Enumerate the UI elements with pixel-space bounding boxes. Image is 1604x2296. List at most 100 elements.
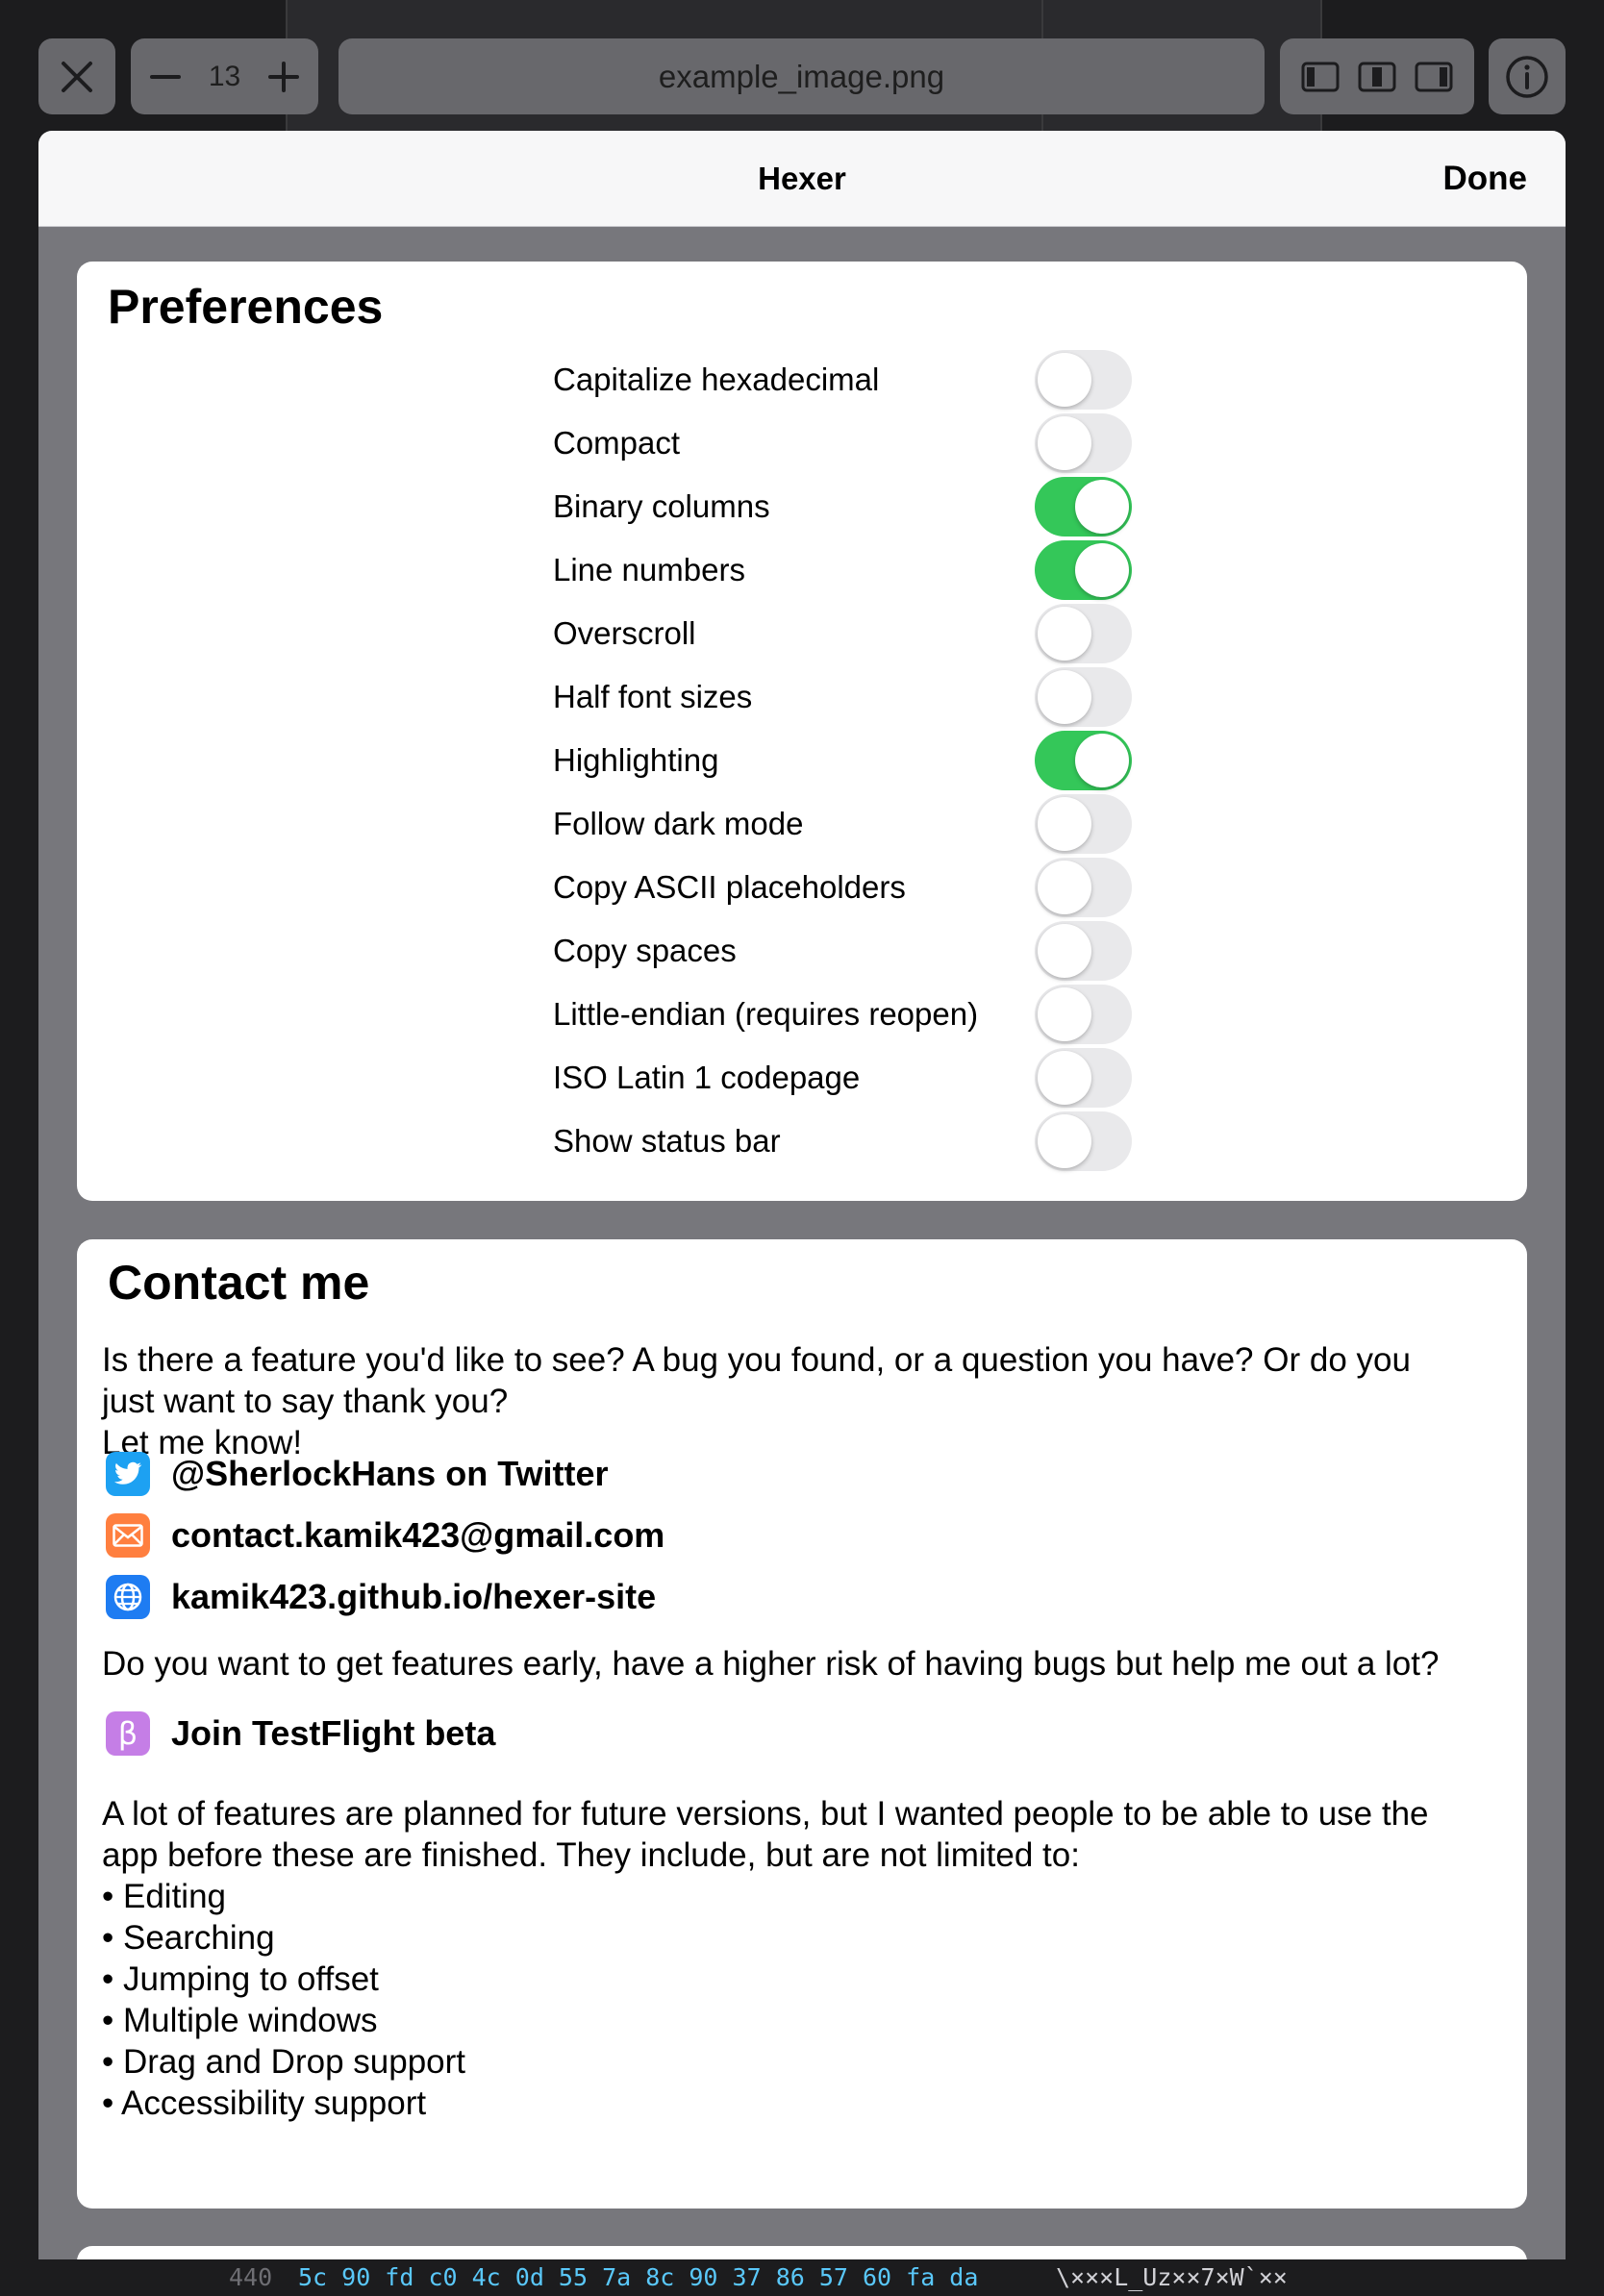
preference-row: ISO Latin 1 codepage (553, 1046, 1149, 1110)
preference-label: Show status bar (553, 1123, 781, 1159)
preference-row: Show status bar (553, 1110, 1149, 1173)
toggle-knob (1038, 353, 1091, 407)
planned-feature-item: • Editing (102, 1878, 226, 1915)
zoom-control: 13 (131, 38, 318, 114)
email-link[interactable]: contact.kamik423@gmail.com (106, 1510, 664, 1560)
twitter-icon (106, 1452, 150, 1496)
planned-feature-item: • Multiple windows (102, 2002, 378, 2039)
sheet-navigation-bar: Hexer Done (38, 131, 1566, 227)
planned-features-list: • Editing • Searching • Jumping to offset •… (102, 1876, 1506, 2124)
layout-center-icon[interactable] (1358, 62, 1396, 92)
contact-card: Contact me Is there a feature you'd like… (77, 1239, 1527, 2209)
contact-intro: Is there a feature you'd like to see? A … (102, 1339, 1506, 1463)
planned-feature-item: • Drag and Drop support (102, 2043, 466, 2081)
zoom-in-icon[interactable] (266, 60, 301, 94)
toggle-knob (1038, 1114, 1091, 1168)
twitter-link[interactable]: @SherlockHans on Twitter (106, 1449, 609, 1499)
website-link[interactable]: kamik423.github.io/hexer-site (106, 1572, 656, 1622)
preference-toggle[interactable] (1035, 667, 1132, 727)
preference-toggle[interactable] (1035, 1048, 1132, 1108)
zoom-out-icon[interactable] (148, 60, 183, 94)
toggle-knob (1075, 480, 1129, 534)
planned-feature-item: • Jumping to offset (102, 1960, 379, 1998)
preference-label: Binary columns (553, 488, 770, 524)
preference-row: Binary columns (553, 475, 1149, 538)
preference-label: Line numbers (553, 552, 745, 587)
preference-toggle[interactable] (1035, 921, 1132, 981)
testflight-link[interactable]: β Join TestFlight beta (106, 1709, 495, 1759)
preference-toggle[interactable] (1035, 413, 1132, 473)
code-hex: 5c 90 fd c0 4c 0d 55 7a 8c 90 37 86 57 6… (298, 2263, 979, 2291)
preference-toggle[interactable] (1035, 858, 1132, 917)
preference-row: Overscroll (553, 602, 1149, 665)
preferences-card: Preferences Capitalize hexadecimal Compac… (77, 262, 1527, 1201)
preference-label: Follow dark mode (553, 806, 804, 841)
preference-toggle[interactable] (1035, 731, 1132, 790)
planned-features-line: app before these are finished. They incl… (102, 1836, 1080, 1874)
preference-row: Capitalize hexadecimal (553, 348, 1149, 412)
preference-label: Overscroll (553, 615, 696, 651)
mail-icon (106, 1513, 150, 1558)
close-icon (62, 61, 92, 92)
planned-feature-item: • Accessibility support (102, 2084, 427, 2122)
toggle-knob (1038, 924, 1091, 978)
sheet-title: Hexer (758, 161, 846, 196)
toggle-knob (1038, 1051, 1091, 1105)
toggle-knob (1038, 607, 1091, 661)
preference-toggle[interactable] (1035, 604, 1132, 663)
filename-label: example_image.png (658, 58, 945, 94)
settings-sheet: Hexer Done Preferences Capitalize hexade… (38, 131, 1566, 2296)
info-icon (1506, 55, 1548, 98)
website-link-text: kamik423.github.io/hexer-site (171, 1577, 657, 1616)
preference-toggle[interactable] (1035, 540, 1132, 600)
preference-row: Copy ASCII placeholders (553, 856, 1149, 919)
beta-question: Do you want to get features early, have … (102, 1645, 1440, 1683)
info-button[interactable] (1489, 38, 1566, 114)
preference-toggle[interactable] (1035, 794, 1132, 854)
preference-row: Follow dark mode (553, 792, 1149, 856)
preferences-heading: Preferences (108, 280, 384, 334)
preference-toggle[interactable] (1035, 985, 1132, 1044)
preference-row: Half font sizes (553, 665, 1149, 729)
preference-toggle[interactable] (1035, 350, 1132, 410)
testflight-link-text: Join TestFlight beta (171, 1713, 496, 1753)
preference-label: Copy ASCII placeholders (553, 869, 906, 905)
toggle-knob (1038, 987, 1091, 1041)
toggle-knob (1038, 670, 1091, 724)
toggle-knob (1075, 734, 1129, 787)
done-button[interactable]: Done (1443, 131, 1528, 226)
planned-features: A lot of features are planned for future… (102, 1793, 1506, 2124)
layout-right-icon[interactable] (1415, 62, 1453, 92)
planned-feature-item: • Searching (102, 1919, 275, 1957)
preference-row: Line numbers (553, 538, 1149, 602)
planned-features-line: A lot of features are planned for future… (102, 1795, 1429, 1833)
preference-label: ISO Latin 1 codepage (553, 1060, 861, 1095)
preference-label: Little-endian (requires reopen) (553, 996, 979, 1032)
preference-row: Compact (553, 412, 1149, 475)
code-ascii: \×××L_Uz××7×W`×× (1056, 2263, 1288, 2291)
preference-label: Highlighting (553, 742, 719, 778)
preference-row: Copy spaces (553, 919, 1149, 983)
email-link-text: contact.kamik423@gmail.com (171, 1515, 665, 1555)
preference-label: Capitalize hexadecimal (553, 362, 880, 397)
contact-intro-line: Is there a feature you'd like to see? A … (102, 1341, 1411, 1379)
preference-label: Compact (553, 425, 681, 461)
beta-icon: β (106, 1711, 150, 1756)
close-button[interactable] (38, 38, 115, 114)
preference-row: Highlighting (553, 729, 1149, 792)
preference-row: Little-endian (requires reopen) (553, 983, 1149, 1046)
layout-left-icon[interactable] (1301, 62, 1340, 92)
preference-toggle[interactable] (1035, 1111, 1132, 1171)
toggle-knob (1075, 543, 1129, 597)
toggle-knob (1038, 861, 1091, 914)
background-code-line: 440 5c 90 fd c0 4c 0d 55 7a 8c 90 37 86 … (0, 2259, 1604, 2296)
twitter-link-text: @SherlockHans on Twitter (171, 1454, 609, 1493)
contact-intro-line: just want to say thank you? (102, 1383, 509, 1420)
filename-field[interactable]: example_image.png (338, 38, 1265, 114)
toggle-knob (1038, 416, 1091, 470)
preference-toggle[interactable] (1035, 477, 1132, 537)
preference-label: Copy spaces (553, 933, 737, 968)
layout-selector (1280, 38, 1474, 114)
zoom-value: 13 (208, 60, 241, 92)
contact-heading: Contact me (108, 1256, 370, 1310)
